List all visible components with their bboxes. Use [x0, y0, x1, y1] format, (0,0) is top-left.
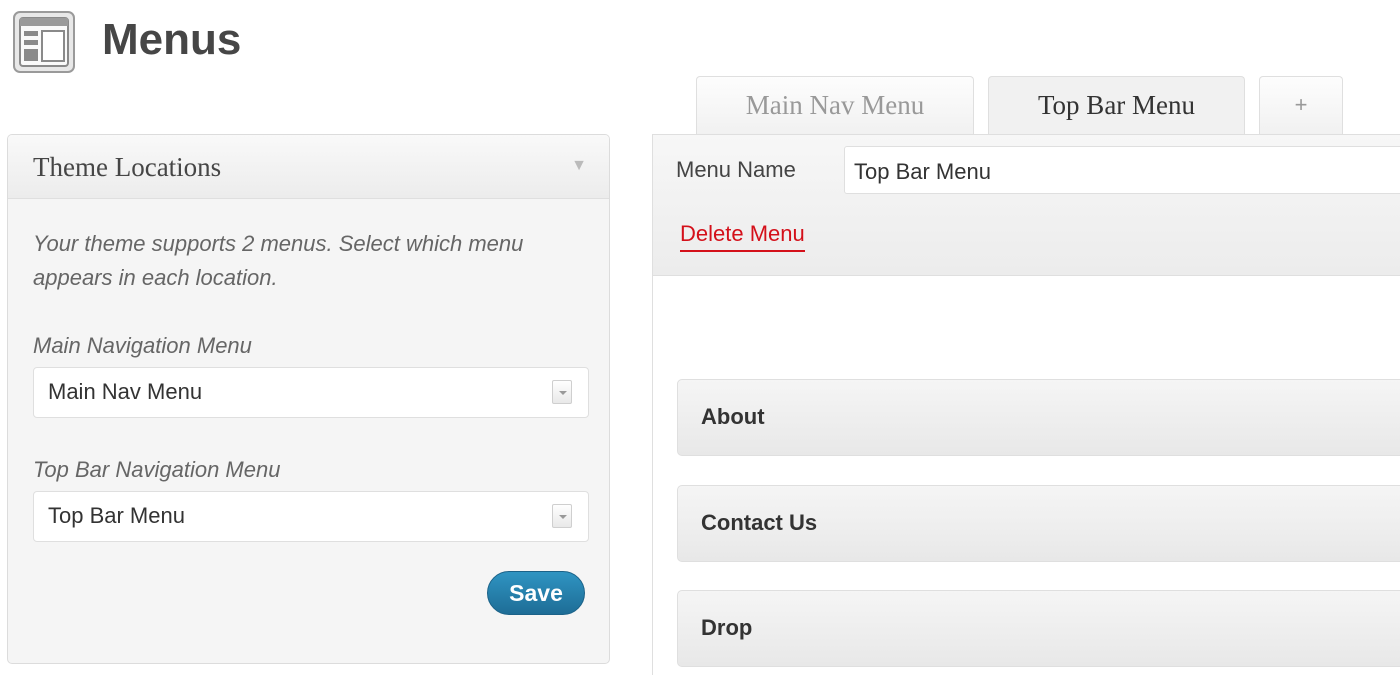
main-navigation-label: Main Navigation Menu — [33, 333, 252, 358]
top-bar-navigation-select-value: Top Bar Menu — [48, 503, 185, 528]
dropdown-arrow-icon[interactable] — [552, 380, 572, 404]
main-navigation-select-value: Main Nav Menu — [48, 379, 203, 404]
menu-item[interactable]: Contact Us — [677, 485, 1400, 562]
tab-top-bar-menu[interactable]: Top Bar Menu — [988, 76, 1245, 136]
theme-locations-title: Theme Locations — [33, 152, 222, 182]
menu-item[interactable]: About — [677, 379, 1400, 456]
menu-item-title: About — [701, 404, 765, 429]
menu-item[interactable]: Drop — [677, 590, 1400, 667]
menu-editor: Menu Name Top Bar Menu Delete Menu About… — [652, 134, 1400, 675]
top-bar-navigation-label: Top Bar Navigation Menu — [33, 457, 281, 482]
menus-layout-icon — [12, 10, 76, 74]
collapse-toggle-icon[interactable]: ▼ — [571, 157, 587, 175]
menu-editor-header: Menu Name Top Bar Menu Delete Menu — [653, 135, 1400, 276]
tab-main-nav-menu[interactable]: Main Nav Menu — [696, 76, 974, 135]
page-title: Menus — [102, 15, 242, 64]
top-bar-navigation-select[interactable]: Top Bar Menu — [33, 491, 589, 542]
delete-menu-link[interactable]: Delete Menu — [680, 221, 805, 252]
theme-locations-header[interactable]: Theme Locations ▼ — [8, 135, 609, 199]
save-button[interactable]: Save — [487, 571, 585, 615]
theme-locations-box: Theme Locations ▼ Your theme supports 2 … — [7, 134, 610, 664]
main-navigation-select[interactable]: Main Nav Menu — [33, 367, 589, 418]
dropdown-arrow-icon[interactable] — [552, 504, 572, 528]
menu-item-title: Drop — [701, 615, 753, 640]
menu-name-label: Menu Name — [676, 157, 796, 182]
add-menu-tab[interactable]: + — [1259, 76, 1343, 135]
menu-name-value: Top Bar Menu — [854, 159, 991, 184]
menu-name-input[interactable]: Top Bar Menu — [844, 146, 1400, 194]
theme-locations-description: Your theme supports 2 menus. Select whic… — [33, 231, 524, 290]
menu-item-title: Contact Us — [701, 510, 818, 535]
